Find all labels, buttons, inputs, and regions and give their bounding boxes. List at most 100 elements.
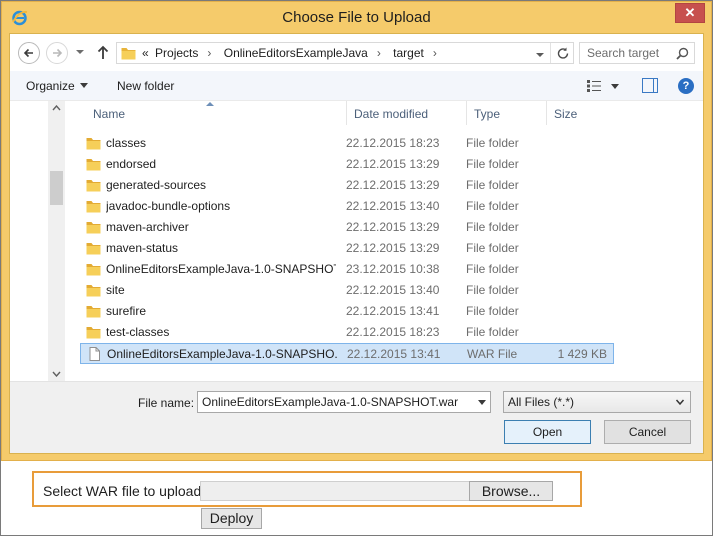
file-date: 22.12.2015 13:40: [346, 199, 440, 213]
chevron-right-icon[interactable]: ›: [201, 46, 217, 60]
file-type: File folder: [466, 283, 519, 297]
help-icon[interactable]: ?: [678, 78, 694, 94]
upload-file-field[interactable]: [200, 481, 470, 501]
column-divider[interactable]: [466, 101, 467, 125]
file-row[interactable]: maven-status 22.12.2015 13:29 File folder: [80, 238, 614, 259]
file-name-panel: File name: OnlineEditorsExampleJava-1.0-…: [10, 381, 703, 453]
file-type-value: All Files (*.*): [508, 395, 575, 409]
file-name: surefire: [106, 304, 147, 318]
title-bar[interactable]: Choose File to Upload ✕: [2, 2, 711, 33]
address-history-icon[interactable]: [534, 47, 546, 61]
folder-icon: [86, 264, 101, 276]
scroll-down-icon[interactable]: [52, 371, 61, 377]
file-row-selected[interactable]: OnlineEditorsExampleJava-1.0-SNAPSHO... 2…: [80, 343, 614, 364]
scrollbar-thumb[interactable]: [50, 171, 63, 205]
file-name: javadoc-bundle-options: [106, 199, 231, 213]
close-button[interactable]: ✕: [675, 3, 705, 23]
back-button[interactable]: [18, 42, 40, 64]
breadcrumb-item[interactable]: OnlineEditorsExampleJava: [224, 46, 368, 60]
column-header-size[interactable]: Size: [554, 107, 577, 121]
file-row[interactable]: site 22.12.2015 13:40 File folder: [80, 280, 614, 301]
file-name: OnlineEditorsExampleJava-1.0-SNAPSHOT: [106, 262, 336, 276]
forward-button[interactable]: [46, 42, 68, 64]
chevron-right-icon[interactable]: ›: [371, 46, 387, 60]
view-options-icon[interactable]: [586, 79, 602, 93]
chevron-down-icon[interactable]: [478, 400, 486, 405]
column-divider[interactable]: [346, 101, 347, 125]
cancel-button[interactable]: Cancel: [604, 420, 691, 444]
sort-ascending-icon: [206, 102, 214, 106]
file-type: File folder: [466, 157, 519, 171]
file-date: 22.12.2015 13:40: [346, 283, 440, 297]
organize-label: Organize: [26, 79, 75, 93]
chevron-down-icon[interactable]: [75, 47, 85, 57]
file-name-value[interactable]: OnlineEditorsExampleJava-1.0-SNAPSHOT.wa…: [202, 395, 470, 409]
file-name: classes: [106, 136, 147, 150]
file-row[interactable]: maven-archiver 22.12.2015 13:29 File folde…: [80, 217, 614, 238]
file-date: 23.12.2015 10:38: [346, 262, 440, 276]
navigation-pane-scrollbar[interactable]: [48, 101, 65, 381]
file-type: File folder: [466, 220, 519, 234]
open-button[interactable]: Open: [504, 420, 591, 444]
organize-menu[interactable]: Organize: [26, 79, 88, 93]
file-type-select[interactable]: All Files (*.*): [503, 391, 691, 413]
chevron-down-icon[interactable]: [675, 397, 685, 407]
file-rows: classes 22.12.2015 18:23 File folder endors…: [80, 133, 620, 364]
chevron-right-icon[interactable]: ›: [427, 46, 443, 60]
file-row[interactable]: generated-sources 22.12.2015 13:29 File fo…: [80, 175, 614, 196]
refresh-button[interactable]: [550, 43, 574, 63]
file-date: 22.12.2015 13:41: [346, 304, 440, 318]
file-name: OnlineEditorsExampleJava-1.0-SNAPSHO...: [107, 347, 337, 361]
file-date: 22.12.2015 13:29: [346, 178, 440, 192]
breadcrumb-item[interactable]: Projects: [155, 46, 198, 60]
scroll-up-icon[interactable]: [52, 105, 61, 111]
breadcrumb-overflow[interactable]: «: [142, 46, 149, 60]
column-header-type[interactable]: Type: [474, 107, 500, 121]
back-arrow-icon: [23, 48, 33, 58]
file-type: File folder: [466, 304, 519, 318]
folder-icon: [86, 180, 101, 192]
file-icon: [89, 347, 100, 361]
folder-icon: [86, 306, 101, 318]
folder-icon: [86, 285, 101, 297]
file-type: File folder: [466, 262, 519, 276]
search-box[interactable]: Search target: [579, 42, 695, 64]
file-row[interactable]: classes 22.12.2015 18:23 File folder: [80, 133, 614, 154]
dialog-title: Choose File to Upload: [282, 9, 431, 26]
breadcrumb-item[interactable]: target: [393, 46, 424, 60]
file-type: WAR File: [467, 347, 518, 361]
file-name: maven-status: [106, 241, 179, 255]
browse-button[interactable]: Browse...: [469, 481, 553, 501]
file-date: 22.12.2015 13:29: [346, 157, 440, 171]
file-row[interactable]: javadoc-bundle-options 22.12.2015 13:40 Fi…: [80, 196, 614, 217]
preview-pane-icon[interactable]: [642, 78, 658, 93]
deploy-button[interactable]: Deploy: [201, 508, 262, 529]
file-date: 22.12.2015 18:23: [346, 325, 440, 339]
folder-icon: [86, 327, 101, 339]
file-row[interactable]: test-classes 22.12.2015 18:23 File folder: [80, 322, 614, 343]
folder-icon: [86, 222, 101, 234]
file-name: test-classes: [106, 325, 170, 339]
file-name-label: File name:: [138, 396, 195, 410]
new-folder-button[interactable]: New folder: [117, 79, 174, 93]
file-date: 22.12.2015 13:29: [346, 220, 440, 234]
column-header-name[interactable]: Name: [93, 107, 125, 121]
file-name: generated-sources: [106, 178, 207, 192]
file-type: File folder: [466, 178, 519, 192]
caret-down-icon[interactable]: [611, 84, 619, 89]
file-row[interactable]: OnlineEditorsExampleJava-1.0-SNAPSHOT 23.…: [80, 259, 614, 280]
upload-label: Select WAR file to upload: [43, 483, 202, 499]
up-arrow-icon[interactable]: [96, 44, 110, 60]
column-header-date[interactable]: Date modified: [354, 107, 428, 121]
web-page: Select WAR file to upload Browse... Depl…: [1, 461, 712, 535]
address-bar[interactable]: « Projects › OnlineEditorsExampleJava › ta…: [116, 42, 574, 64]
file-row[interactable]: endorsed 22.12.2015 13:29 File folder: [80, 154, 614, 175]
file-type: File folder: [466, 199, 519, 213]
refresh-icon: [557, 47, 569, 59]
search-icon[interactable]: [676, 47, 689, 60]
forward-arrow-icon: [53, 48, 63, 58]
file-row[interactable]: surefire 22.12.2015 13:41 File folder: [80, 301, 614, 322]
file-name-field[interactable]: OnlineEditorsExampleJava-1.0-SNAPSHOT.wa…: [197, 391, 491, 413]
upload-form-highlight: Select WAR file to upload Browse...: [32, 471, 582, 507]
column-divider[interactable]: [546, 101, 547, 125]
